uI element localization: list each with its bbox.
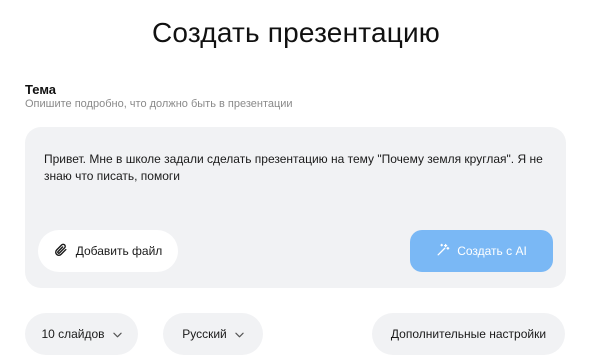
slides-count-value: 10 слайдов [41,327,105,341]
advanced-settings-button[interactable]: Дополнительные настройки [372,313,565,355]
create-with-ai-button[interactable]: Создать с AI [410,230,553,272]
chevron-down-icon [112,327,122,341]
page-title: Создать презентацию [152,17,440,48]
attach-file-label: Добавить файл [75,244,163,258]
topic-hint: Опишите подробно, что должно быть в през… [25,98,293,110]
topic-input-card[interactable]: Привет. Мне в школе задали сделать презе… [25,127,566,288]
magic-wand-icon [436,243,450,260]
topic-textarea[interactable]: Привет. Мне в школе задали сделать презе… [44,151,549,185]
topic-label: Тема [25,82,57,97]
attach-file-button[interactable]: Добавить файл [38,230,178,272]
chevron-down-icon [235,327,244,341]
language-value: Русский [182,327,227,341]
language-dropdown[interactable]: Русский [163,313,263,355]
create-with-ai-label: Создать с AI [457,244,527,258]
paperclip-icon [54,243,68,260]
advanced-settings-label: Дополнительные настройки [390,327,547,341]
slides-count-dropdown[interactable]: 10 слайдов [25,313,138,355]
